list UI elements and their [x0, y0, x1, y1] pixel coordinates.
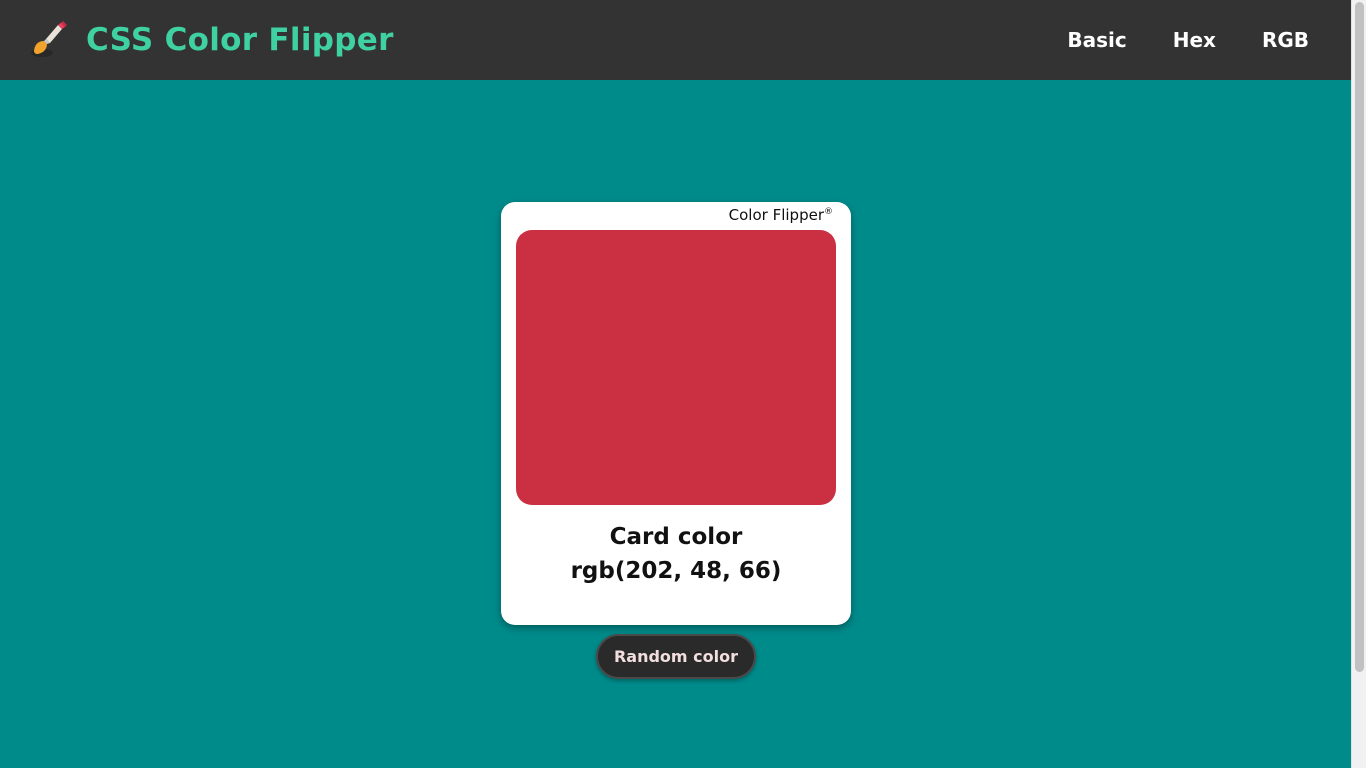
random-color-button[interactable]: Random color — [596, 634, 756, 679]
card-color-value: rgb(202, 48, 66) — [570, 558, 782, 584]
vertical-scrollbar[interactable] — [1351, 0, 1366, 768]
nav-link-hex[interactable]: Hex — [1173, 28, 1216, 52]
nav-link-rgb[interactable]: RGB — [1262, 28, 1309, 52]
card-brand: Color Flipper® — [729, 206, 833, 224]
color-swatch — [516, 230, 836, 505]
card-brand-text: Color Flipper — [728, 206, 824, 224]
scrollbar-thumb[interactable] — [1355, 2, 1364, 672]
nav-links: Basic Hex RGB — [1067, 28, 1309, 52]
color-card: Color Flipper® Card color rgb(202, 48, 6… — [501, 202, 851, 625]
page-title: CSS Color Flipper — [86, 22, 394, 58]
card-color-label: Card color — [609, 524, 743, 550]
paintbrush-icon — [28, 19, 70, 61]
brand[interactable]: CSS Color Flipper — [28, 19, 394, 61]
registered-mark: ® — [824, 207, 833, 217]
navbar: CSS Color Flipper Basic Hex RGB — [0, 0, 1351, 80]
nav-link-basic[interactable]: Basic — [1067, 28, 1126, 52]
